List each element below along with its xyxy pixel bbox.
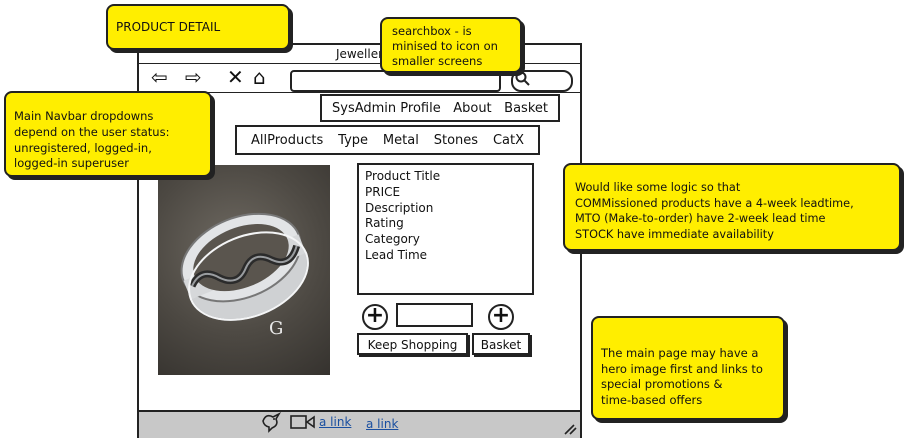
back-icon[interactable]: ⇦ xyxy=(151,63,168,91)
nav-item-basket[interactable]: Basket xyxy=(504,101,548,116)
category-bar: AllProducts Type Metal Stones CatX xyxy=(235,125,540,155)
search-icon[interactable] xyxy=(515,71,531,91)
note-searchbox: searchbox - is minised to icon on smalle… xyxy=(380,17,522,73)
product-image: G xyxy=(158,165,330,375)
ring-illustration xyxy=(180,212,309,321)
category-metal[interactable]: Metal xyxy=(383,133,419,148)
product-description: Description xyxy=(365,200,434,215)
nav-item-about[interactable]: About xyxy=(453,101,491,116)
resize-icon[interactable] xyxy=(563,420,577,439)
product-price: PRICE xyxy=(365,184,401,199)
note-leadtime: Would like some logic so that COMMission… xyxy=(563,163,901,251)
footer-link-1[interactable]: a link xyxy=(319,415,351,429)
status-bar xyxy=(139,410,580,438)
product-rating: Rating xyxy=(365,216,404,231)
note-navbar: Main Navbar dropdowns depend on the user… xyxy=(4,91,212,177)
brand-logo: G xyxy=(269,318,284,339)
product-lead-time: Lead Time xyxy=(365,247,428,262)
forward-icon[interactable]: ⇨ xyxy=(185,63,202,91)
category-catx[interactable]: CatX xyxy=(493,133,524,148)
home-icon[interactable]: ⌂ xyxy=(253,63,266,91)
category-stones[interactable]: Stones xyxy=(434,133,478,148)
quantity-field[interactable] xyxy=(396,303,473,327)
increase-quantity-button[interactable]: + xyxy=(488,304,514,330)
close-icon[interactable]: ✕ xyxy=(227,63,244,91)
basket-button[interactable]: Basket xyxy=(472,333,530,355)
product-category: Category xyxy=(365,232,420,247)
decrease-quantity-button[interactable]: + xyxy=(362,304,388,330)
product-details: Product Title PRICE Description Rating C… xyxy=(357,163,534,295)
footer-link-2[interactable]: a link xyxy=(366,417,398,431)
note-product-detail: PRODUCT DETAIL xyxy=(106,4,290,50)
url-bar[interactable] xyxy=(290,70,501,92)
keep-shopping-button[interactable]: Keep Shopping xyxy=(357,333,468,355)
nav-item-sysadmin-profile[interactable]: SysAdmin Profile xyxy=(332,101,441,116)
bird-icon[interactable] xyxy=(260,409,284,437)
note-main-page: The main page may have a hero image firs… xyxy=(591,316,785,420)
video-icon[interactable] xyxy=(290,414,316,434)
category-allproducts[interactable]: AllProducts xyxy=(251,133,323,148)
category-type[interactable]: Type xyxy=(338,133,368,148)
main-navbar: SysAdmin Profile About Basket xyxy=(320,94,560,122)
product-title: Product Title xyxy=(365,169,441,183)
